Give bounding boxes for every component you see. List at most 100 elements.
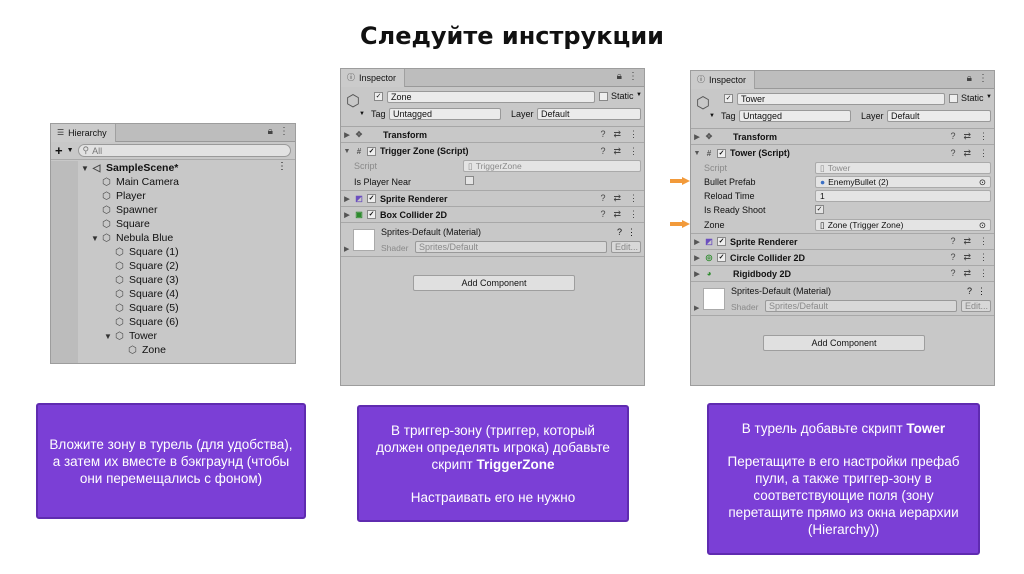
help-icon[interactable]: ? [950, 148, 955, 159]
fold-arrow-icon[interactable]: ▶ [344, 245, 349, 253]
component-enabled-checkbox[interactable]: ✓ [367, 210, 376, 219]
settings-icon[interactable]: ⇄ [613, 209, 621, 220]
tree-item[interactable]: ⬡ Square [101, 217, 150, 231]
settings-icon[interactable]: ⇄ [963, 236, 971, 247]
component-trigger-zone[interactable]: ▼ # ✓ Trigger Zone (Script) ? ⇄ ⋮ [341, 143, 644, 159]
fold-arrow-icon[interactable]: ▼ [341, 148, 353, 155]
lock-icon[interactable]: 🔒︎ [268, 126, 273, 137]
bullet-prefab-field[interactable]: ● EnemyBullet (2) ⊙ [815, 176, 991, 188]
search-input[interactable]: ⚲ All [77, 144, 291, 157]
active-checkbox[interactable]: ✓ [374, 92, 383, 101]
menu-dots-icon[interactable]: ⋮ [629, 209, 638, 220]
add-component-button[interactable]: Add Component [763, 335, 925, 351]
fold-arrow-icon[interactable]: ▶ [341, 211, 353, 219]
tree-item[interactable]: ▼ ⬡ Tower [104, 329, 157, 343]
add-component-button[interactable]: Add Component [413, 275, 575, 291]
layer-dropdown[interactable]: Default [887, 110, 991, 122]
chevron-down-icon[interactable]: ▼ [359, 111, 365, 117]
add-icon[interactable]: + [55, 143, 63, 158]
object-picker-icon[interactable]: ⊙ [979, 220, 986, 231]
tree-item[interactable]: ⬡ Square (6) [114, 315, 178, 329]
shader-edit-button[interactable]: Edit... [961, 300, 991, 312]
tree-item[interactable]: ▼ ⬡ Nebula Blue [91, 231, 173, 245]
component-rigidbody[interactable]: ▶ ◕ Rigidbody 2D ? ⇄ ⋮ [691, 266, 994, 282]
is-player-near-checkbox[interactable] [465, 176, 474, 185]
tree-item-scene[interactable]: ▼ ◁ SampleScene* [81, 161, 178, 175]
component-enabled-checkbox[interactable]: ✓ [717, 148, 726, 158]
object-picker-icon[interactable]: ⊙ [979, 177, 986, 188]
help-icon[interactable]: ? [600, 209, 605, 220]
active-checkbox[interactable]: ✓ [724, 94, 733, 103]
settings-icon[interactable]: ⇄ [613, 193, 621, 204]
shader-dropdown[interactable]: Sprites/Default [765, 300, 957, 312]
static-dropdown-icon[interactable]: ▼ [986, 94, 992, 100]
help-icon[interactable]: ? [600, 146, 605, 157]
help-icon[interactable]: ? [617, 227, 622, 237]
menu-dots-icon[interactable]: ⋮ [629, 193, 638, 204]
inspector-tab[interactable]: ⓘ Inspector [691, 71, 756, 89]
menu-dots-icon[interactable]: ⋮ [629, 146, 638, 157]
menu-dots-icon[interactable]: ⋮ [979, 252, 988, 263]
help-icon[interactable]: ? [967, 286, 972, 296]
help-icon[interactable]: ? [950, 131, 955, 142]
tag-dropdown[interactable]: Untagged [389, 108, 501, 120]
component-enabled-checkbox[interactable]: ✓ [367, 194, 376, 203]
scene-menu-icon[interactable]: ⋮ [277, 161, 287, 172]
settings-icon[interactable]: ⇄ [963, 252, 971, 263]
inspector-tab[interactable]: ⓘ Inspector [341, 69, 406, 87]
menu-dots-icon[interactable]: ⋮ [628, 71, 638, 82]
tree-item[interactable]: ⬡ Square (2) [114, 259, 178, 273]
menu-dots-icon[interactable]: ⋮ [279, 126, 289, 137]
menu-dots-icon[interactable]: ⋮ [979, 131, 988, 142]
menu-dots-icon[interactable]: ⋮ [978, 73, 988, 84]
fold-arrow-icon[interactable]: ▶ [691, 238, 703, 246]
expand-arrow-icon[interactable]: ▼ [91, 234, 101, 243]
component-box-collider[interactable]: ▶ ▣ ✓ Box Collider 2D ? ⇄ ⋮ [341, 207, 644, 223]
chevron-down-icon[interactable]: ▼ [67, 147, 74, 154]
settings-icon[interactable]: ⇄ [963, 131, 971, 142]
tree-item[interactable]: ⬡ Square (1) [114, 245, 178, 259]
zone-field[interactable]: ▯ Zone (Trigger Zone) ⊙ [815, 219, 991, 231]
fold-arrow-icon[interactable]: ▶ [694, 304, 699, 312]
menu-dots-icon[interactable]: ⋮ [979, 268, 988, 279]
settings-icon[interactable]: ⇄ [613, 129, 621, 140]
component-enabled-checkbox[interactable]: ✓ [717, 237, 726, 246]
shader-dropdown[interactable]: Sprites/Default [415, 241, 607, 253]
settings-icon[interactable]: ⇄ [613, 146, 621, 157]
help-icon[interactable]: ? [950, 252, 955, 263]
tree-item[interactable]: ⬡ Square (3) [114, 273, 178, 287]
tag-dropdown[interactable]: Untagged [739, 110, 851, 122]
menu-dots-icon[interactable]: ⋮ [629, 129, 638, 140]
static-checkbox[interactable] [949, 94, 958, 103]
static-dropdown-icon[interactable]: ▼ [636, 92, 642, 98]
fold-arrow-icon[interactable]: ▶ [341, 131, 353, 139]
component-transform[interactable]: ▶ ✥ Transform ? ⇄ ⋮ [341, 127, 644, 143]
is-ready-shoot-checkbox[interactable]: ✓ [815, 205, 824, 214]
expand-arrow-icon[interactable]: ▼ [81, 164, 91, 173]
menu-dots-icon[interactable]: ⋮ [977, 286, 986, 297]
component-transform[interactable]: ▶ ✥ Transform ? ⇄ ⋮ [691, 129, 994, 145]
fold-arrow-icon[interactable]: ▶ [691, 133, 703, 141]
component-enabled-checkbox[interactable]: ✓ [367, 146, 376, 156]
component-sprite-renderer[interactable]: ▶ ◩ ✓ Sprite Renderer ? ⇄ ⋮ [341, 191, 644, 207]
tree-item[interactable]: ⬡ Main Camera [101, 175, 179, 189]
object-name-field[interactable]: Tower [737, 93, 945, 105]
tree-item[interactable]: ⬡ Square (4) [114, 287, 178, 301]
tree-item[interactable]: ⬡ Square (5) [114, 301, 178, 315]
tree-item[interactable]: ⬡ Spawner [101, 203, 157, 217]
tree-item[interactable]: ⬡ Player [101, 189, 146, 203]
lock-icon[interactable]: 🔒︎ [967, 73, 972, 84]
chevron-down-icon[interactable]: ▼ [709, 113, 715, 119]
fold-arrow-icon[interactable]: ▶ [691, 254, 703, 262]
tree-item[interactable]: ⬡ Zone [127, 343, 166, 357]
settings-icon[interactable]: ⇄ [963, 148, 971, 159]
object-name-field[interactable]: Zone [387, 91, 595, 103]
component-enabled-checkbox[interactable]: ✓ [717, 253, 726, 262]
component-circle-collider[interactable]: ▶ ◎ ✓ Circle Collider 2D ? ⇄ ⋮ [691, 250, 994, 266]
help-icon[interactable]: ? [950, 268, 955, 279]
fold-arrow-icon[interactable]: ▼ [691, 150, 703, 157]
layer-dropdown[interactable]: Default [537, 108, 641, 120]
menu-dots-icon[interactable]: ⋮ [979, 148, 988, 159]
shader-edit-button[interactable]: Edit... [611, 241, 641, 253]
lock-icon[interactable]: 🔒︎ [617, 71, 622, 82]
